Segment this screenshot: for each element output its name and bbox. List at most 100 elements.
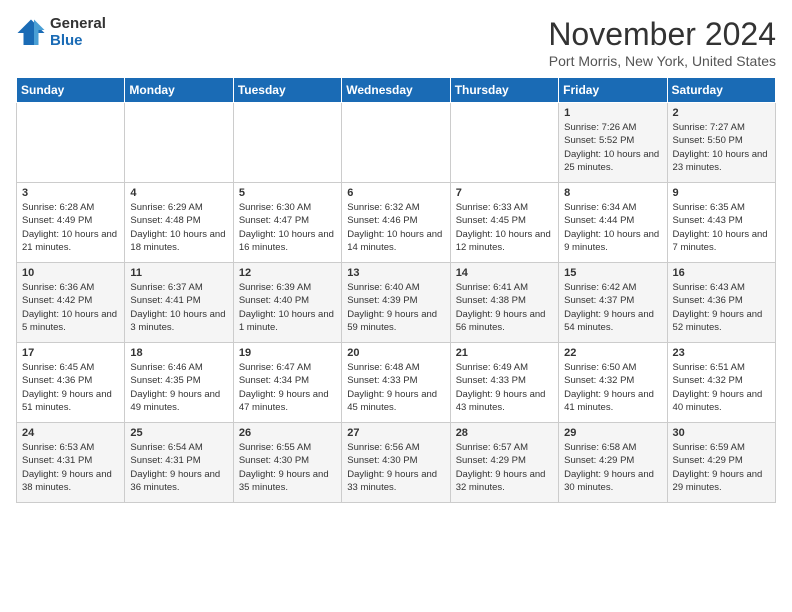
calendar-cell: 12 Sunrise: 6:39 AMSunset: 4:40 PMDayligh… <box>233 263 341 343</box>
calendar-week-row: 24 Sunrise: 6:53 AMSunset: 4:31 PMDayligh… <box>17 423 776 503</box>
calendar-cell: 3 Sunrise: 6:28 AMSunset: 4:49 PMDaylight… <box>17 183 125 263</box>
calendar-header-row: SundayMondayTuesdayWednesdayThursdayFrid… <box>17 78 776 103</box>
day-info: Sunrise: 6:47 AMSunset: 4:34 PMDaylight:… <box>239 361 336 414</box>
col-header-friday: Friday <box>559 78 667 103</box>
day-number: 11 <box>130 267 227 279</box>
day-info: Sunrise: 6:35 AMSunset: 4:43 PMDaylight:… <box>673 201 770 254</box>
day-info: Sunrise: 6:55 AMSunset: 4:30 PMDaylight:… <box>239 441 336 494</box>
day-info: Sunrise: 6:36 AMSunset: 4:42 PMDaylight:… <box>22 281 119 334</box>
calendar-cell: 7 Sunrise: 6:33 AMSunset: 4:45 PMDaylight… <box>450 183 558 263</box>
day-info: Sunrise: 6:28 AMSunset: 4:49 PMDaylight:… <box>22 201 119 254</box>
day-number: 18 <box>130 347 227 359</box>
day-info: Sunrise: 6:43 AMSunset: 4:36 PMDaylight:… <box>673 281 770 334</box>
calendar-cell: 8Sunrise: 6:34 AMSunset: 4:44 PMDaylight… <box>559 183 667 263</box>
calendar-cell: 24 Sunrise: 6:53 AMSunset: 4:31 PMDayligh… <box>17 423 125 503</box>
day-number: 17 <box>22 347 119 359</box>
day-info: Sunrise: 6:34 AMSunset: 4:44 PMDaylight:… <box>564 201 661 254</box>
col-header-wednesday: Wednesday <box>342 78 450 103</box>
logo-icon <box>16 18 46 48</box>
calendar-cell: 5 Sunrise: 6:30 AMSunset: 4:47 PMDaylight… <box>233 183 341 263</box>
day-info: Sunrise: 6:56 AMSunset: 4:30 PMDaylight:… <box>347 441 444 494</box>
day-number: 22 <box>564 347 661 359</box>
day-number: 16 <box>673 267 770 279</box>
day-number: 10 <box>22 267 119 279</box>
calendar-cell: 29Sunrise: 6:58 AMSunset: 4:29 PMDayligh… <box>559 423 667 503</box>
calendar-cell: 28Sunrise: 6:57 AMSunset: 4:29 PMDayligh… <box>450 423 558 503</box>
day-info: Sunrise: 6:49 AMSunset: 4:33 PMDaylight:… <box>456 361 553 414</box>
day-number: 4 <box>130 187 227 199</box>
calendar-cell <box>450 103 558 183</box>
calendar-cell: 20 Sunrise: 6:48 AMSunset: 4:33 PMDayligh… <box>342 343 450 423</box>
day-info: Sunrise: 6:48 AMSunset: 4:33 PMDaylight:… <box>347 361 444 414</box>
day-info: Sunrise: 6:54 AMSunset: 4:31 PMDaylight:… <box>130 441 227 494</box>
day-number: 5 <box>239 187 336 199</box>
day-number: 21 <box>456 347 553 359</box>
day-info: Sunrise: 6:32 AMSunset: 4:46 PMDaylight:… <box>347 201 444 254</box>
calendar-week-row: 1 Sunrise: 7:26 AMSunset: 5:52 PMDaylight… <box>17 103 776 183</box>
day-number: 2 <box>673 107 770 119</box>
day-info: Sunrise: 6:58 AMSunset: 4:29 PMDaylight:… <box>564 441 661 494</box>
col-header-monday: Monday <box>125 78 233 103</box>
logo-text: General Blue <box>50 16 106 49</box>
calendar-cell: 25 Sunrise: 6:54 AMSunset: 4:31 PMDayligh… <box>125 423 233 503</box>
month-title: November 2024 <box>548 16 776 53</box>
day-info: Sunrise: 6:30 AMSunset: 4:47 PMDaylight:… <box>239 201 336 254</box>
day-number: 19 <box>239 347 336 359</box>
calendar-cell: 16 Sunrise: 6:43 AMSunset: 4:36 PMDayligh… <box>667 263 775 343</box>
day-info: Sunrise: 7:26 AMSunset: 5:52 PMDaylight:… <box>564 121 661 174</box>
day-info: Sunrise: 6:42 AMSunset: 4:37 PMDaylight:… <box>564 281 661 334</box>
day-number: 6 <box>347 187 444 199</box>
day-info: Sunrise: 6:29 AMSunset: 4:48 PMDaylight:… <box>130 201 227 254</box>
calendar-cell: 10 Sunrise: 6:36 AMSunset: 4:42 PMDayligh… <box>17 263 125 343</box>
day-number: 12 <box>239 267 336 279</box>
day-info: Sunrise: 6:50 AMSunset: 4:32 PMDaylight:… <box>564 361 661 414</box>
calendar-cell: 30 Sunrise: 6:59 AMSunset: 4:29 PMDayligh… <box>667 423 775 503</box>
calendar-cell <box>342 103 450 183</box>
day-number: 1 <box>564 107 661 119</box>
day-number: 25 <box>130 427 227 439</box>
calendar-table: SundayMondayTuesdayWednesdayThursdayFrid… <box>16 77 776 503</box>
day-number: 7 <box>456 187 553 199</box>
day-number: 15 <box>564 267 661 279</box>
day-number: 20 <box>347 347 444 359</box>
calendar-week-row: 17 Sunrise: 6:45 AMSunset: 4:36 PMDayligh… <box>17 343 776 423</box>
calendar-cell: 4 Sunrise: 6:29 AMSunset: 4:48 PMDaylight… <box>125 183 233 263</box>
day-number: 14 <box>456 267 553 279</box>
day-number: 13 <box>347 267 444 279</box>
day-info: Sunrise: 6:53 AMSunset: 4:31 PMDaylight:… <box>22 441 119 494</box>
calendar-cell: 17 Sunrise: 6:45 AMSunset: 4:36 PMDayligh… <box>17 343 125 423</box>
calendar-cell: 18Sunrise: 6:46 AMSunset: 4:35 PMDayligh… <box>125 343 233 423</box>
day-info: Sunrise: 6:41 AMSunset: 4:38 PMDaylight:… <box>456 281 553 334</box>
calendar-cell: 11Sunrise: 6:37 AMSunset: 4:41 PMDayligh… <box>125 263 233 343</box>
calendar-cell: 6 Sunrise: 6:32 AMSunset: 4:46 PMDaylight… <box>342 183 450 263</box>
calendar-cell: 9 Sunrise: 6:35 AMSunset: 4:43 PMDaylight… <box>667 183 775 263</box>
calendar-week-row: 3 Sunrise: 6:28 AMSunset: 4:49 PMDaylight… <box>17 183 776 263</box>
calendar-cell: 21 Sunrise: 6:49 AMSunset: 4:33 PMDayligh… <box>450 343 558 423</box>
day-info: Sunrise: 6:39 AMSunset: 4:40 PMDaylight:… <box>239 281 336 334</box>
calendar-cell: 13 Sunrise: 6:40 AMSunset: 4:39 PMDayligh… <box>342 263 450 343</box>
logo-blue-label: Blue <box>50 33 106 50</box>
day-info: Sunrise: 6:59 AMSunset: 4:29 PMDaylight:… <box>673 441 770 494</box>
day-info: Sunrise: 6:57 AMSunset: 4:29 PMDaylight:… <box>456 441 553 494</box>
day-info: Sunrise: 7:27 AMSunset: 5:50 PMDaylight:… <box>673 121 770 174</box>
day-number: 9 <box>673 187 770 199</box>
calendar-cell: 14 Sunrise: 6:41 AMSunset: 4:38 PMDayligh… <box>450 263 558 343</box>
col-header-sunday: Sunday <box>17 78 125 103</box>
calendar-cell <box>17 103 125 183</box>
calendar-cell: 27 Sunrise: 6:56 AMSunset: 4:30 PMDayligh… <box>342 423 450 503</box>
logo-general-label: General <box>50 16 106 33</box>
calendar-cell <box>125 103 233 183</box>
day-number: 23 <box>673 347 770 359</box>
day-info: Sunrise: 6:40 AMSunset: 4:39 PMDaylight:… <box>347 281 444 334</box>
col-header-thursday: Thursday <box>450 78 558 103</box>
day-number: 3 <box>22 187 119 199</box>
day-info: Sunrise: 6:45 AMSunset: 4:36 PMDaylight:… <box>22 361 119 414</box>
calendar-cell: 26Sunrise: 6:55 AMSunset: 4:30 PMDayligh… <box>233 423 341 503</box>
col-header-tuesday: Tuesday <box>233 78 341 103</box>
day-number: 30 <box>673 427 770 439</box>
calendar-cell: 22 Sunrise: 6:50 AMSunset: 4:32 PMDayligh… <box>559 343 667 423</box>
day-info: Sunrise: 6:33 AMSunset: 4:45 PMDaylight:… <box>456 201 553 254</box>
day-number: 27 <box>347 427 444 439</box>
logo: General Blue <box>16 16 106 49</box>
day-number: 24 <box>22 427 119 439</box>
